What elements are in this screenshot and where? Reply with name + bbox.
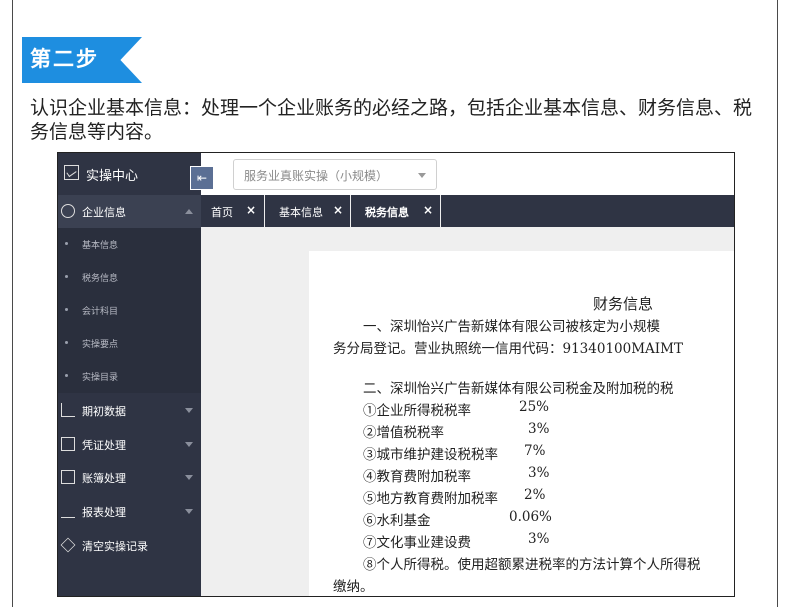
doc-paragraph-8-cont: 缴纳。 — [333, 579, 374, 595]
rate-name: ①企业所得税税率 — [363, 403, 471, 419]
rate-value: 0.06% — [509, 509, 552, 525]
intro-text: 认识企业基本信息：处理一个企业账务的必经之路，包括企业基本信息、财务信息、税务信… — [30, 97, 753, 143]
chevron-down-icon — [185, 408, 193, 413]
rate-value: 7% — [524, 443, 546, 459]
document-edit-icon — [61, 437, 75, 451]
app-screenshot: 实操中心 企业信息 基本信息 税务信息 会计科目 实操要点 实操目录 期初数据 … — [57, 152, 735, 597]
bullet-icon — [65, 341, 68, 344]
sidebar-brand[interactable]: 实操中心 — [58, 153, 201, 195]
rate-name: ⑥水利基金 — [363, 513, 431, 529]
chevron-up-icon — [185, 209, 193, 214]
subitem-label: 税务信息 — [82, 274, 119, 284]
company-icon — [61, 204, 75, 218]
sidebar-toggle-button[interactable]: ⇤ — [190, 166, 214, 190]
eraser-icon — [60, 537, 76, 553]
sidebar-item-label: 凭证处理 — [82, 439, 126, 452]
frame-right-border — [777, 0, 778, 607]
sidebar-item-reports[interactable]: 报表处理 — [58, 495, 201, 528]
doc-paragraph-8: ⑧个人所得税。使用超额累进税率的方法计算个人所得税 — [363, 557, 701, 573]
course-select[interactable]: 服务业真账实操（小规模） — [233, 159, 437, 190]
tab-tax-info[interactable]: 税务信息 × — [351, 195, 441, 227]
subitem-label: 实操要点 — [82, 340, 119, 350]
rate-value: 3% — [528, 421, 550, 437]
content-area: 财务信息 一、深圳怡兴广告新媒体有限公司被核定为小规模 务分局登记。营业执照统一… — [201, 227, 734, 596]
sidebar-subitem-basic-info[interactable]: 基本信息 — [58, 228, 201, 261]
sidebar: 实操中心 企业信息 基本信息 税务信息 会计科目 实操要点 实操目录 期初数据 … — [58, 153, 201, 596]
chevron-down-icon — [185, 509, 193, 514]
rate-value: 25% — [519, 399, 550, 415]
rate-name: ②增值税税率 — [363, 425, 444, 441]
rate-value: 3% — [528, 465, 550, 481]
doc-title: 财务信息 — [593, 295, 654, 313]
close-icon[interactable]: × — [423, 203, 433, 217]
sidebar-item-label: 报表处理 — [82, 506, 126, 519]
rate-value: 3% — [528, 531, 550, 547]
select-value: 服务业真账实操（小规模） — [244, 169, 389, 183]
rate-name: ⑦文化事业建设费 — [363, 535, 471, 551]
bullet-icon — [65, 374, 68, 377]
tab-label: 税务信息 — [365, 206, 409, 219]
sidebar-item-ledgers[interactable]: 账簿处理 — [58, 461, 201, 494]
sidebar-item-label: 企业信息 — [82, 206, 126, 219]
sidebar-item-vouchers[interactable]: 凭证处理 — [58, 428, 201, 461]
bullet-icon — [65, 242, 68, 245]
doc-paragraph-1: 一、深圳怡兴广告新媒体有限公司被核定为小规模 — [363, 319, 660, 335]
sidebar-item-company-info[interactable]: 企业信息 — [58, 195, 201, 228]
sidebar-item-label: 期初数据 — [82, 405, 126, 418]
clipboard-icon — [61, 470, 75, 484]
top-bar: 服务业真账实操（小规模） — [201, 153, 734, 195]
close-icon[interactable]: × — [333, 203, 343, 217]
subitem-label: 基本信息 — [82, 241, 119, 251]
doc-paragraph-1-cont: 务分局登记。营业执照统一信用代码：91340100MAIMT — [333, 341, 683, 357]
bar-chart-icon — [61, 403, 75, 417]
tab-bar: 首页 × 基本信息 × 税务信息 × — [201, 195, 734, 227]
sidebar-subitem-accounts[interactable]: 会计科目 — [58, 294, 201, 327]
close-icon[interactable]: × — [246, 203, 256, 217]
chevron-down-icon — [185, 475, 193, 480]
bullet-icon — [65, 308, 68, 311]
tab-label: 首页 — [211, 206, 233, 219]
rate-name: ⑤地方教育费附加税率 — [363, 491, 498, 507]
subitem-label: 会计科目 — [82, 307, 119, 317]
chevron-down-icon — [418, 173, 426, 178]
rate-value: 2% — [524, 487, 546, 503]
chart-icon — [64, 165, 79, 180]
brand-label: 实操中心 — [86, 169, 139, 184]
rate-name: ③城市维护建设税税率 — [363, 447, 498, 463]
rate-name: ④教育费附加税率 — [363, 469, 471, 485]
step-label: 第二步 — [30, 47, 99, 71]
finance-document: 财务信息 一、深圳怡兴广告新媒体有限公司被核定为小规模 务分局登记。营业执照统一… — [309, 251, 734, 596]
sidebar-item-label: 清空实操记录 — [82, 540, 148, 553]
sidebar-subitem-key-points[interactable]: 实操要点 — [58, 327, 201, 360]
sidebar-item-clear-records[interactable]: 清空实操记录 — [58, 529, 201, 562]
subitem-label: 实操目录 — [82, 373, 119, 383]
line-chart-icon — [61, 504, 75, 518]
sidebar-item-label: 账簿处理 — [82, 472, 126, 485]
doc-paragraph-2: 二、深圳怡兴广告新媒体有限公司税金及附加税的税 — [363, 381, 674, 397]
frame-left-border — [12, 0, 13, 607]
sidebar-subitem-tax-info[interactable]: 税务信息 — [58, 261, 201, 294]
bullet-icon — [65, 275, 68, 278]
tab-label: 基本信息 — [279, 206, 323, 219]
sidebar-item-opening-data[interactable]: 期初数据 — [58, 394, 201, 427]
arrow-left-icon: ⇤ — [196, 171, 208, 185]
tab-basic-info[interactable]: 基本信息 × — [265, 195, 351, 227]
chevron-down-icon — [185, 442, 193, 447]
tab-home[interactable]: 首页 × — [201, 195, 265, 227]
sidebar-subitem-catalog[interactable]: 实操目录 — [58, 360, 201, 393]
